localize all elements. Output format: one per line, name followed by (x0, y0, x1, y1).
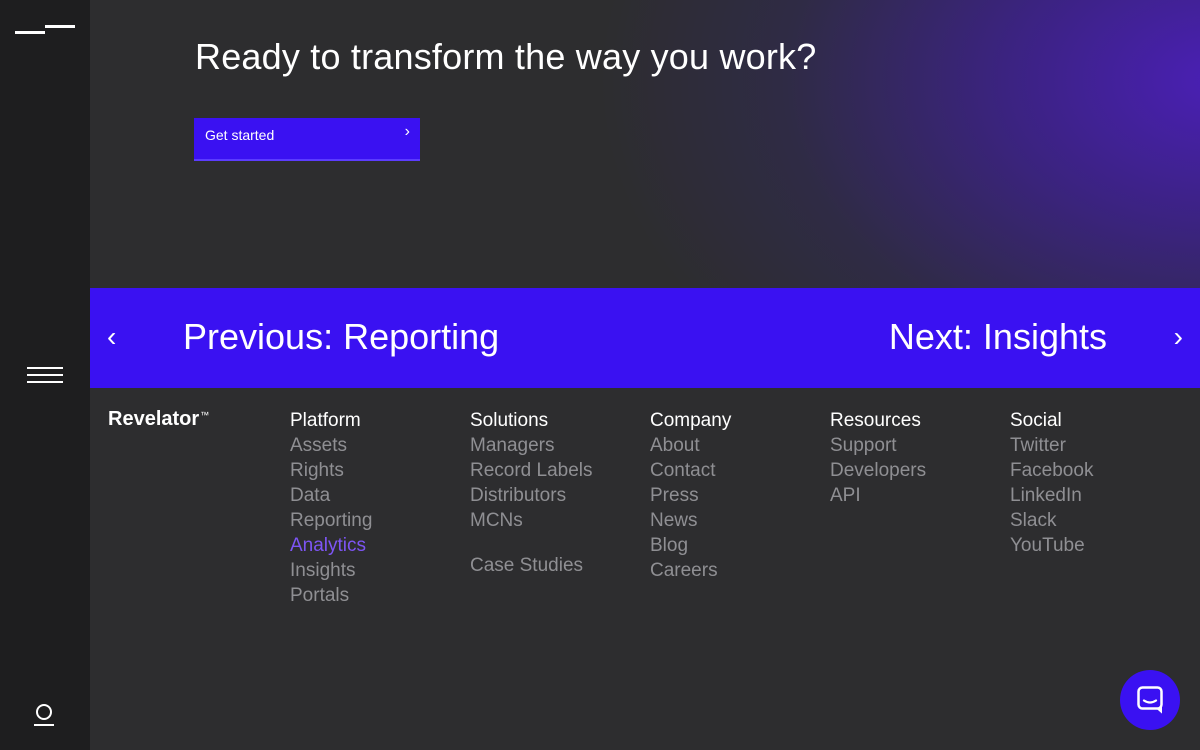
chat-launcher-button[interactable] (1120, 670, 1180, 730)
footer-column-social: Social Twitter Facebook LinkedIn Slack Y… (1010, 408, 1180, 558)
footer-link-assets[interactable]: Assets (290, 433, 460, 458)
footer-link-slack[interactable]: Slack (1010, 508, 1180, 533)
footer-link-insights[interactable]: Insights (290, 558, 460, 583)
footer-link-contact[interactable]: Contact (650, 458, 820, 483)
chat-icon (1137, 686, 1163, 714)
footer-link-mcns[interactable]: MCNs (470, 508, 640, 533)
logo-bar-right (45, 25, 75, 28)
footer-brand[interactable]: Revelator™ (108, 408, 209, 431)
menu-line (27, 367, 63, 369)
page-navigation-band: ‹ Previous: Reporting Next: Insights › (90, 288, 1200, 388)
side-rail (0, 0, 90, 750)
chevron-right-icon[interactable]: › (1174, 321, 1183, 353)
footer-link-developers[interactable]: Developers (830, 458, 1000, 483)
column-title: Social (1010, 410, 1062, 431)
get-started-button[interactable]: Get started › (194, 118, 420, 161)
next-page-link[interactable]: Next: Insights (889, 316, 1107, 358)
footer-link-record-labels[interactable]: Record Labels (470, 458, 640, 483)
hero-title: Ready to transform the way you work? (195, 36, 817, 77)
chevron-right-icon: › (404, 123, 410, 140)
column-title: Resources (830, 410, 921, 431)
column-title: Company (650, 410, 732, 431)
footer-link-support[interactable]: Support (830, 433, 1000, 458)
footer-link-careers[interactable]: Careers (650, 558, 820, 583)
brand-name: Revelator (108, 408, 200, 430)
get-started-label: Get started (205, 127, 275, 143)
previous-page-link[interactable]: Previous: Reporting (183, 316, 499, 358)
footer-link-managers[interactable]: Managers (470, 433, 640, 458)
chevron-left-icon[interactable]: ‹ (107, 321, 116, 353)
footer-link-blog[interactable]: Blog (650, 533, 820, 558)
footer-link-about[interactable]: About (650, 433, 820, 458)
footer-link-distributors[interactable]: Distributors (470, 483, 640, 508)
footer-link-linkedin[interactable]: LinkedIn (1010, 483, 1180, 508)
footer-link-reporting[interactable]: Reporting (290, 508, 460, 533)
user-icon-base (34, 724, 54, 726)
hero-section: Ready to transform the way you work? Get… (90, 0, 1200, 288)
footer-link-data[interactable]: Data (290, 483, 460, 508)
footer-link-twitter[interactable]: Twitter (1010, 433, 1180, 458)
footer-link-facebook[interactable]: Facebook (1010, 458, 1180, 483)
footer-link-youtube[interactable]: YouTube (1010, 533, 1180, 558)
column-title: Platform (290, 410, 361, 431)
footer-link-portals[interactable]: Portals (290, 583, 460, 608)
trademark-mark: ™ (200, 410, 210, 420)
menu-line (27, 374, 63, 376)
footer-column-resources: Resources Support Developers API (830, 408, 1000, 508)
hamburger-menu-icon[interactable] (27, 366, 63, 384)
footer-link-news[interactable]: News (650, 508, 820, 533)
logo-bar-left (15, 31, 45, 34)
footer-link-press[interactable]: Press (650, 483, 820, 508)
user-icon[interactable] (34, 704, 56, 728)
footer-link-case-studies[interactable]: Case Studies (470, 553, 640, 578)
user-icon-head (36, 704, 52, 720)
footer-link-rights[interactable]: Rights (290, 458, 460, 483)
footer-column-solutions: Solutions Managers Record Labels Distrib… (470, 408, 640, 578)
footer-column-platform: Platform Assets Rights Data Reporting An… (290, 408, 460, 608)
menu-line (27, 381, 63, 383)
logo-mark-icon[interactable] (15, 24, 75, 36)
footer-link-analytics[interactable]: Analytics (290, 533, 460, 558)
footer-column-company: Company About Contact Press News Blog Ca… (650, 408, 820, 583)
column-title: Solutions (470, 410, 549, 431)
footer-link-api[interactable]: API (830, 483, 1000, 508)
